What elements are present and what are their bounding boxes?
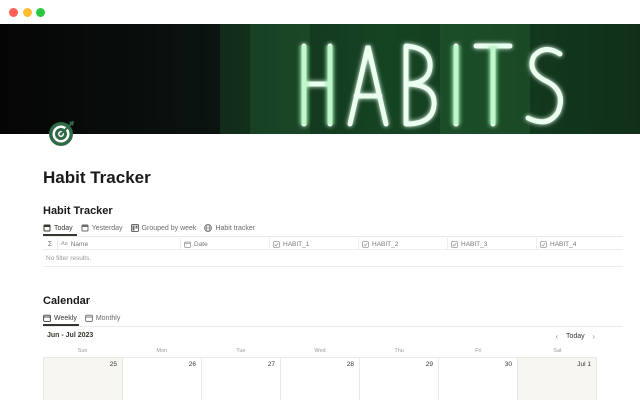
column-header-habit-1[interactable]: HABIT_1	[269, 238, 358, 250]
weekday-header: Sun Mon Tue Wed Thu Fri Sat	[43, 346, 597, 356]
tab-yesterday[interactable]: Yesterday	[81, 221, 123, 235]
checkbox-icon	[451, 240, 458, 248]
column-header-habit-2[interactable]: HABIT_2	[358, 238, 447, 250]
minimize-window-button[interactable]	[23, 8, 32, 17]
calendar-icon	[84, 314, 93, 322]
calendar-week-row: 25 26 27 28 29 30 Jul 1	[43, 357, 597, 400]
calendar-nav: ‹ Today ›	[552, 330, 599, 342]
tab-label: Habit tracker	[215, 224, 256, 232]
tab-label: Yesterday	[91, 224, 123, 232]
day-number: 29	[425, 361, 433, 368]
calendar-title[interactable]: Calendar	[43, 294, 90, 308]
tab-grouped-by-week[interactable]: Grouped by week	[130, 221, 197, 235]
habit-table: Σ Aa Name Date HABIT_1 HABIT_2 HABIT_3 H…	[43, 238, 623, 267]
day-number: 28	[346, 361, 354, 368]
checkbox-icon	[273, 240, 280, 248]
tab-habit-tracker[interactable]: Habit tracker	[204, 221, 255, 235]
column-label: HABIT_1	[283, 240, 310, 248]
tab-monthly[interactable]: Monthly	[84, 311, 121, 325]
weekday-label: Thu	[394, 348, 404, 354]
today-button[interactable]: Today	[562, 333, 589, 340]
day-number: 27	[267, 361, 275, 368]
day-number: 25	[109, 361, 117, 368]
text-aa-icon: Aa	[61, 240, 68, 247]
calendar-day-cell[interactable]: 30	[438, 358, 517, 400]
tab-today[interactable]: Today	[43, 221, 73, 235]
tab-label: Today	[54, 224, 73, 232]
chevron-right-icon[interactable]: ›	[589, 330, 599, 342]
calendar-day-cell[interactable]: 26	[122, 358, 201, 400]
cover-image[interactable]	[0, 24, 640, 134]
column-label: Date	[194, 240, 208, 248]
weekday-label: Fri	[475, 348, 482, 354]
empty-state-text: No filter results.	[46, 255, 92, 262]
column-label: Name	[70, 240, 89, 248]
column-header-habit-4[interactable]: HABIT_4	[536, 238, 623, 250]
chevron-left-icon[interactable]: ‹	[552, 330, 562, 342]
calendar-day-cell[interactable]: 27	[201, 358, 280, 400]
weekday-label: Sun	[77, 348, 88, 354]
day-number: 26	[188, 361, 196, 368]
target-icon[interactable]	[47, 118, 77, 148]
tabs-divider	[43, 236, 623, 237]
globe-icon	[204, 224, 213, 232]
calendar-icon	[184, 241, 191, 248]
column-header-name[interactable]: Aa Name	[57, 238, 180, 250]
table-header: Σ Aa Name Date HABIT_1 HABIT_2 HABIT_3 H…	[43, 238, 623, 250]
column-label: HABIT_4	[550, 240, 577, 248]
calendar-range-label: Jun - Jul 2023	[47, 332, 94, 339]
table-icon	[43, 224, 51, 232]
checkbox-icon	[362, 240, 369, 248]
close-window-button[interactable]	[9, 8, 18, 17]
calendar-view-tabs: Weekly Monthly	[43, 311, 128, 325]
column-header-habit-3[interactable]: HABIT_3	[447, 238, 536, 250]
checkbox-icon	[540, 240, 547, 248]
day-number: Jul 1	[577, 361, 591, 368]
calendar-day-cell[interactable]: Jul 1	[517, 358, 597, 400]
day-number: 30	[504, 361, 512, 368]
board-icon	[130, 224, 139, 232]
tab-label: Grouped by week	[141, 224, 197, 232]
window-titlebar	[0, 0, 640, 24]
sigma-icon: Σ	[47, 240, 53, 248]
column-header-sigma[interactable]: Σ	[43, 238, 57, 250]
calendar-day-cell[interactable]: 29	[359, 358, 438, 400]
calendar-day-cell[interactable]: 25	[43, 358, 122, 400]
weekday-label: Wed	[314, 348, 326, 354]
habit-db-title[interactable]: Habit Tracker	[43, 204, 113, 218]
column-label: HABIT_2	[372, 240, 399, 248]
tab-label: Monthly	[95, 314, 121, 322]
tab-label: Weekly	[54, 314, 77, 322]
table-icon	[81, 224, 89, 232]
page-title[interactable]: Habit Tracker	[43, 167, 151, 189]
column-header-date[interactable]: Date	[180, 238, 269, 250]
maximize-window-button[interactable]	[36, 8, 45, 17]
weekday-label: Tue	[236, 348, 246, 354]
calendar-day-cell[interactable]: 28	[280, 358, 359, 400]
tab-weekly[interactable]: Weekly	[43, 311, 77, 325]
tabs-divider	[43, 326, 623, 327]
habit-db-view-tabs: Today Yesterday Grouped by week Habit tr…	[43, 221, 263, 235]
weekday-label: Mon	[156, 348, 168, 354]
weekday-label: Sat	[553, 348, 562, 354]
cover-neon-sign	[0, 24, 640, 134]
table-bottom-border	[43, 266, 623, 267]
column-label: HABIT_3	[461, 240, 488, 248]
calendar-icon	[43, 314, 51, 322]
